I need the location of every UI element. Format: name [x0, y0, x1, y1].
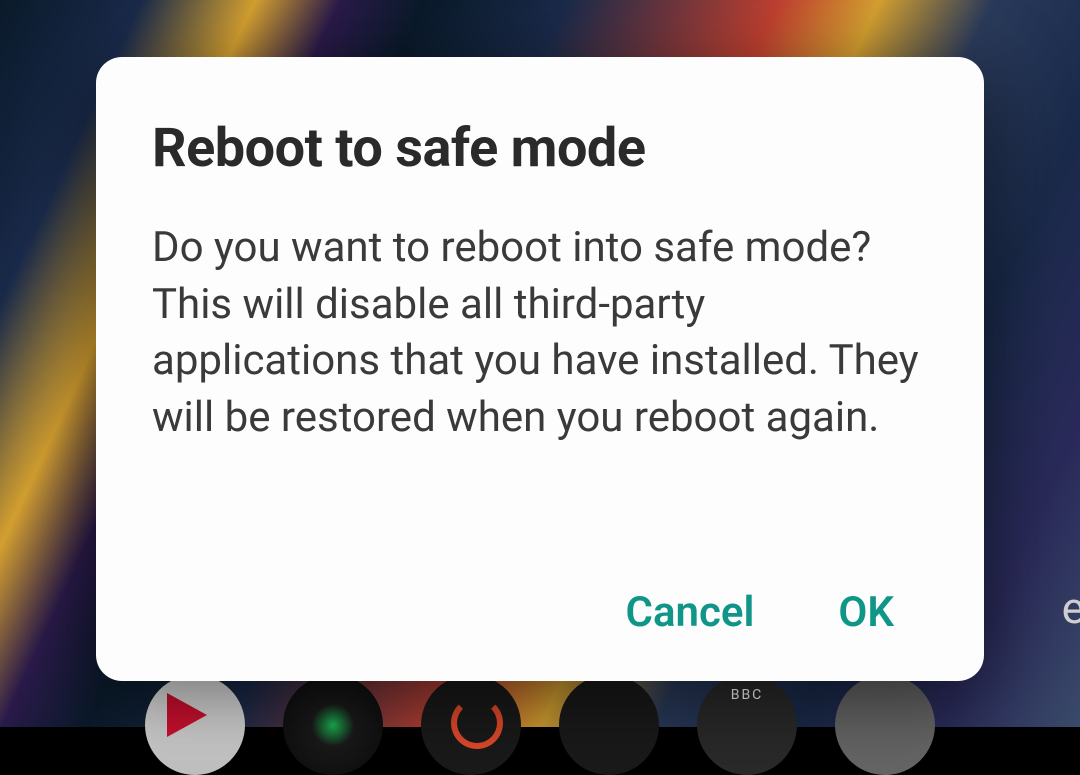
- partial-app-label: e: [1062, 582, 1080, 634]
- dock-app-icon[interactable]: [559, 675, 659, 775]
- dock-app-icon[interactable]: [421, 675, 521, 775]
- ok-button[interactable]: OK: [828, 580, 904, 645]
- dock-app-icon[interactable]: BBC: [697, 675, 797, 775]
- dock-app-icon[interactable]: [283, 675, 383, 775]
- dialog-message: Do you want to reboot into safe mode? Th…: [152, 220, 928, 580]
- dock-app-icon[interactable]: [835, 675, 935, 775]
- cancel-button[interactable]: Cancel: [616, 580, 765, 645]
- dialog-title: Reboot to safe mode: [152, 117, 928, 180]
- dock-app-icon[interactable]: [145, 675, 245, 775]
- app-dock: BBC: [0, 675, 1080, 775]
- dialog-actions: Cancel OK: [152, 580, 928, 651]
- reboot-safe-mode-dialog: Reboot to safe mode Do you want to reboo…: [96, 57, 984, 681]
